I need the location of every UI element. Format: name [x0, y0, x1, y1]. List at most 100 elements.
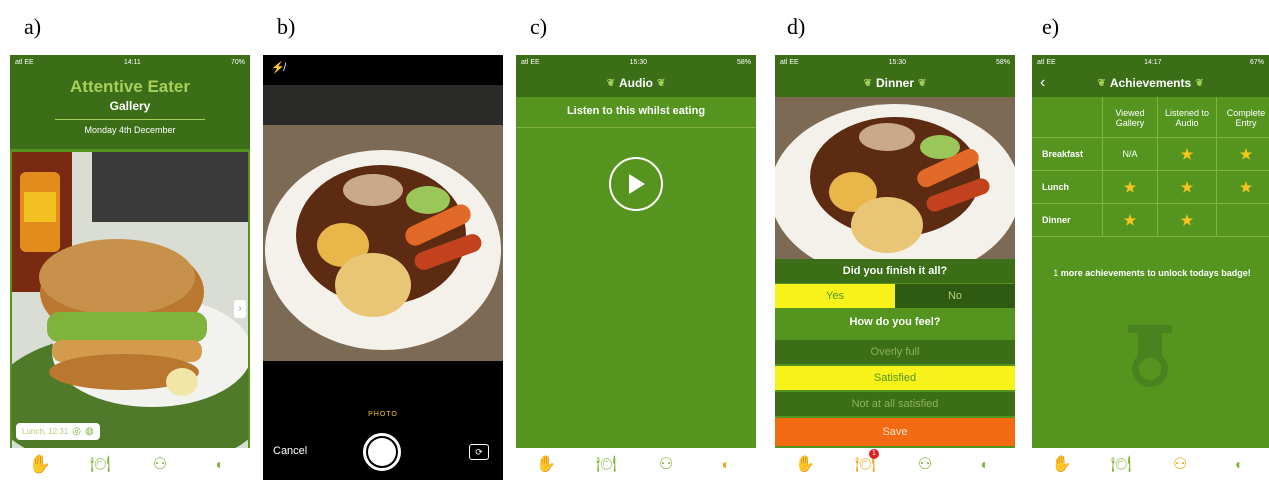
shutter-button[interactable]	[363, 433, 401, 471]
phone-audio: atl EE 15:30 58% ❦ Audio ❦ Listen to thi…	[516, 55, 756, 480]
option-not-satisfied[interactable]: Not at all satisfied	[775, 392, 1015, 416]
cutlery-icon: 🍽	[595, 456, 617, 473]
panel-label-d: d)	[787, 14, 806, 39]
status-bar: atl EE 14:11 70%	[10, 55, 250, 69]
feel-question: How do you feel?	[775, 310, 1015, 334]
cancel-button[interactable]: Cancel	[273, 445, 307, 457]
panel-label-e: e)	[1042, 14, 1060, 39]
remaining-count: 1	[1053, 268, 1059, 278]
ear-icon: ◐	[1235, 456, 1244, 472]
person-icon: ⚇	[917, 456, 933, 473]
tab-profile[interactable]: ⚇	[148, 453, 172, 475]
message-text: more achievements to unlock todays badge…	[1060, 268, 1251, 278]
tab-bar: ✋ 🍽 ⚇ ◐	[516, 448, 756, 480]
carrier-label: atl EE	[15, 58, 34, 66]
tab-gallery[interactable]: ✋	[534, 453, 558, 475]
star-icon: ★	[1123, 211, 1137, 228]
option-overly-full[interactable]: Overly full	[775, 340, 1015, 364]
header-bar: ❦ Dinner ❦	[775, 69, 1015, 97]
tab-audio[interactable]: ◐	[714, 453, 738, 475]
carrier-label: atl EE	[521, 58, 540, 66]
carrier-label: atl EE	[780, 58, 799, 66]
panel-label-c: c)	[530, 14, 548, 39]
battery-label: 70%	[230, 58, 245, 66]
battery-label: 58%	[995, 58, 1010, 66]
header-bar: ❦ Audio ❦	[516, 69, 756, 97]
hand-apple-icon: ✋	[28, 453, 52, 474]
tab-meals[interactable]: 🍽	[88, 453, 112, 475]
tab-audio[interactable]: ◐	[973, 453, 997, 475]
leaf-icon: ❦	[606, 77, 615, 89]
star-icon: ★	[1180, 145, 1194, 162]
cutlery-icon: 🍽	[1110, 456, 1132, 473]
tab-audio[interactable]: ◐	[208, 453, 232, 475]
row-label-dinner: Dinner	[1042, 215, 1071, 225]
save-button[interactable]: Save	[775, 418, 1015, 446]
dinner-viewfinder	[263, 125, 503, 361]
col-header-audio: Listened to Audio	[1164, 108, 1210, 128]
switch-camera-icon[interactable]: ⟳	[469, 444, 489, 460]
viewfinder-top	[263, 85, 503, 125]
grid-line	[1216, 97, 1217, 237]
back-icon[interactable]: ‹	[1040, 74, 1045, 92]
star-icon: ★	[1239, 178, 1253, 195]
ear-icon: ◐	[721, 456, 731, 472]
clock-label: 15:30	[629, 58, 648, 66]
yes-button[interactable]: Yes	[775, 284, 895, 308]
person-icon: ⚇	[1172, 456, 1188, 473]
tab-bar: ✋ 🍽 1 ⚇ ◐	[775, 448, 1015, 480]
tab-gallery[interactable]: ✋	[1050, 453, 1074, 475]
camera-mode-label[interactable]: PHOTO	[263, 411, 503, 418]
star-icon: ★	[1180, 211, 1194, 228]
battery-label: 67%	[1249, 58, 1264, 66]
tab-profile[interactable]: ⚇	[654, 453, 678, 475]
ear-icon: ◐	[215, 456, 225, 472]
tab-bar: ✋ 🍽 ⚇ ◐	[1032, 448, 1269, 480]
finish-question: Did you finish it all?	[775, 259, 1015, 283]
cutlery-icon: 🍽	[89, 456, 111, 473]
tab-audio[interactable]: ◐	[1227, 453, 1251, 475]
clock-label: 14:11	[123, 58, 141, 66]
flash-off-icon[interactable]: ⚡̸	[271, 61, 285, 74]
grid-line	[1032, 203, 1269, 204]
hand-apple-icon: ✋	[1051, 456, 1072, 473]
clock-label: 14:17	[1144, 58, 1162, 66]
play-icon	[629, 174, 645, 194]
notification-badge: 1	[869, 449, 879, 459]
tab-meals[interactable]: 🍽	[594, 453, 618, 475]
grid-line	[1157, 97, 1158, 237]
panel-label-b: b)	[277, 14, 296, 39]
dinner-photo	[775, 97, 1015, 259]
option-satisfied[interactable]: Satisfied	[775, 366, 1015, 390]
row-label-breakfast: Breakfast	[1042, 149, 1084, 159]
leaf-icon: ❦	[863, 77, 872, 89]
tab-meals[interactable]: 🍽 1	[853, 449, 879, 475]
hand-apple-icon: ✋	[536, 456, 556, 473]
tab-gallery[interactable]: ✋	[793, 453, 817, 475]
tab-profile[interactable]: ⚇	[913, 453, 937, 475]
play-button[interactable]	[609, 157, 663, 211]
star-icon: ★	[1180, 178, 1194, 195]
no-button[interactable]: No	[895, 284, 1015, 308]
page-title: Gallery	[109, 99, 151, 113]
tab-gallery[interactable]: ✋	[28, 453, 52, 475]
person-icon: ⚇	[152, 456, 168, 473]
grid-line	[1032, 170, 1269, 171]
person-icon: ⚇	[658, 456, 674, 473]
date-label: Monday 4th December	[84, 125, 176, 135]
ear-icon: ◐	[980, 456, 990, 472]
tab-bar: ✋ 🍽 ⚇ ◐	[10, 448, 250, 480]
status-bar: atl EE 14:17 67%	[1032, 55, 1269, 69]
bread-icon: ◍	[85, 426, 94, 437]
tab-profile[interactable]: ⚇	[1168, 453, 1192, 475]
col-header-entry: Complete Entry	[1226, 108, 1266, 128]
audio-instruction: Listen to this whilst eating	[566, 105, 706, 117]
photo-caption: Lunch, 12:31 ◎ ◍	[16, 423, 100, 440]
burger-photo[interactable]: Lunch, 12:31 ◎ ◍ ›	[12, 152, 248, 448]
next-photo-button[interactable]: ›	[234, 300, 246, 318]
phone-camera: ⚡̸ PHOTO Cancel ⟳	[263, 55, 503, 480]
achievement-message: 1 more achievements to unlock todays bad…	[1042, 267, 1262, 279]
leaf-icon: ❦	[1097, 77, 1106, 89]
hand-apple-icon: ✋	[795, 456, 815, 473]
tab-meals[interactable]: 🍽	[1109, 453, 1133, 475]
